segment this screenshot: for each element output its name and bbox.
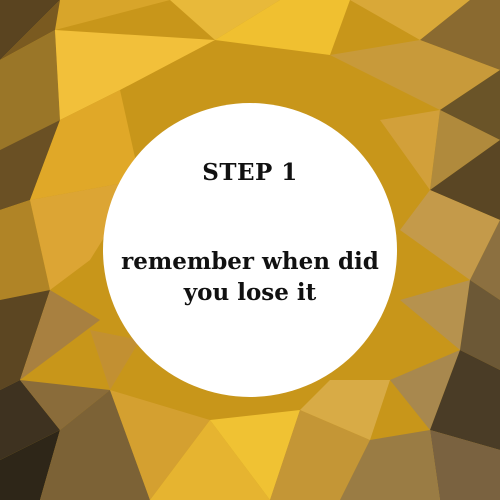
step-circle: STEP 1 remember when did you lose it (103, 103, 397, 397)
step-text-line-1: remember when did (121, 248, 379, 275)
step-text-line-2: you lose it (183, 279, 317, 306)
step-title: STEP 1 (202, 159, 298, 186)
